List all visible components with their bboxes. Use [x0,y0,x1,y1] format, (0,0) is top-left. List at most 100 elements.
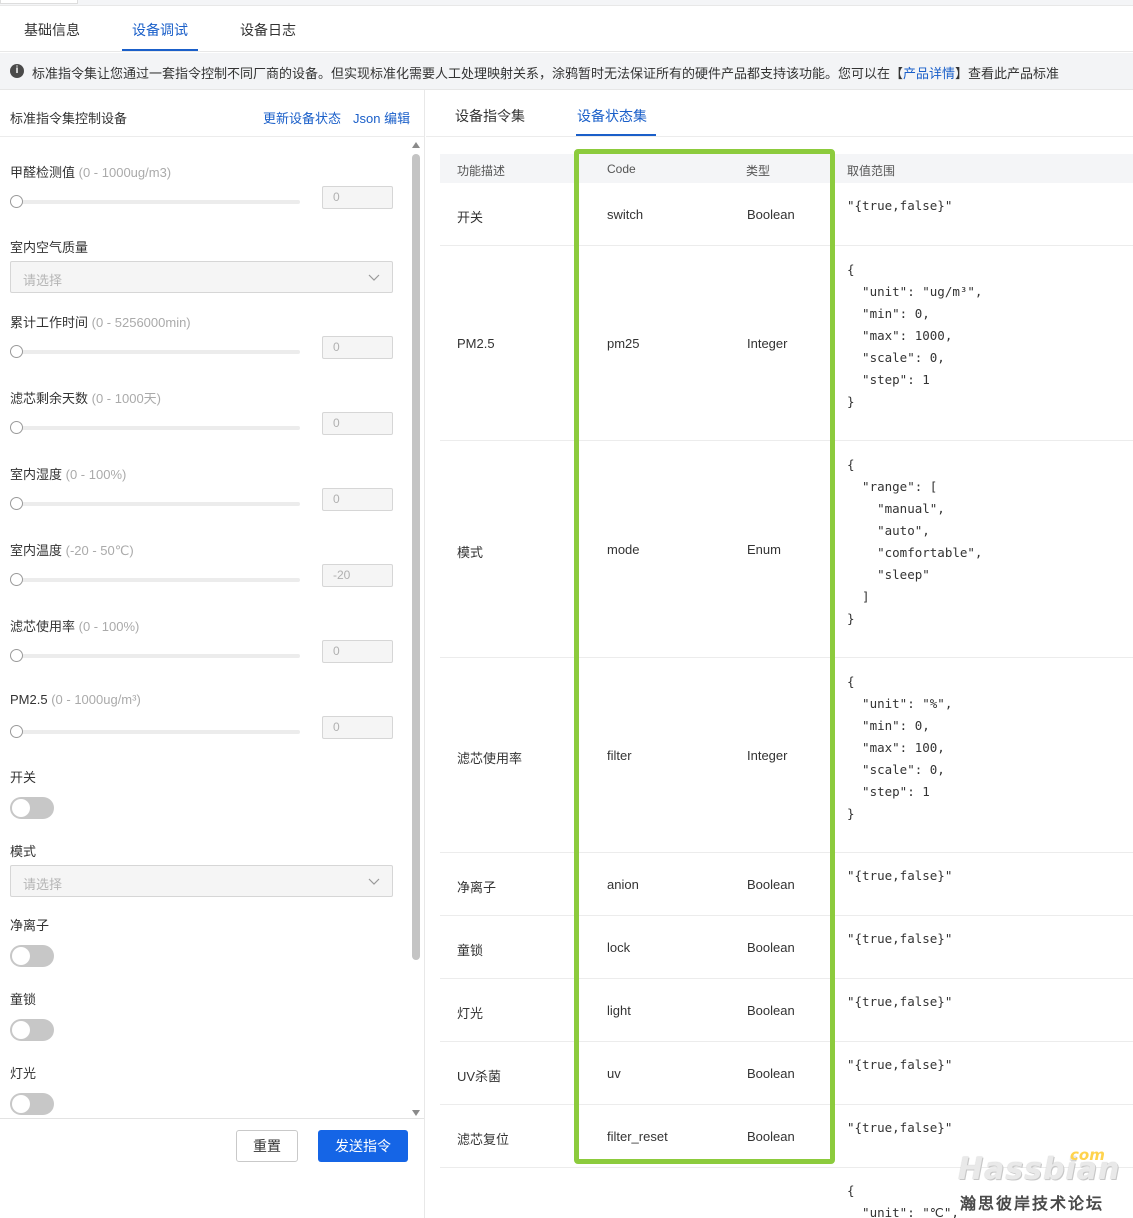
filter-usage-label: 滤芯使用率 (0 - 100%) [10,619,140,634]
filter-days-slider[interactable] [16,426,300,430]
cell-range: "{true,false}" [847,1120,953,1135]
light-toggle-knob [12,1095,30,1113]
cell-type: Integer [747,748,788,763]
capability-tab-bar: 设备指令集 设备状态集 [426,90,1133,137]
filter-days-input[interactable]: 0 [322,412,393,435]
humidity-slider[interactable] [16,502,300,506]
cell-code: filter_reset [607,1129,668,1144]
info-icon: i [10,64,24,78]
switch-toggle[interactable] [10,797,54,819]
control-panel-title: 标准指令集控制设备 [10,111,128,126]
work-time-slider[interactable] [16,350,300,354]
cell-range: "{true,false}" [847,198,953,213]
chevron-down-icon [368,274,380,281]
scrollbar-thumb[interactable] [412,154,420,960]
lock-toggle[interactable] [10,1019,54,1041]
temperature-input[interactable]: -20 [322,564,393,587]
cell-code: mode [607,542,640,557]
anion-toggle[interactable] [10,945,54,967]
formaldehyde-slider[interactable] [16,200,300,204]
humidity-slider-handle[interactable] [10,497,23,510]
cell-range: "{true,false}" [847,868,953,883]
cell-code: pm25 [607,336,640,351]
cell-range: { "unit": "%", "min": 0, "max": 100, "sc… [847,674,953,821]
cell-code: anion [607,877,639,892]
pm25-slider-handle[interactable] [10,725,23,738]
cell-range: "{true,false}" [847,1057,953,1072]
product-details-link[interactable]: 产品详情 [903,66,955,81]
active-tab-indicator [576,134,656,136]
work-time-input[interactable]: 0 [322,336,393,359]
formaldehyde-input[interactable]: 0 [322,186,393,209]
light-toggle[interactable] [10,1093,54,1115]
scroll-down-arrow-icon[interactable] [412,1110,420,1116]
air-quality-select[interactable]: 请选择 [10,261,393,293]
lock-label: 童锁 [10,992,37,1007]
cell-type: Boolean [747,1129,795,1144]
table-row: 模式 mode Enum { "range": [ "manual", "aut… [440,441,1133,658]
control-panel-header: 标准指令集控制设备 更新设备状态 Json 编辑 [0,90,424,137]
cell-type: Boolean [747,207,795,222]
control-panel-scrollbar[interactable] [410,140,422,1118]
formaldehyde-slider-handle[interactable] [10,195,23,208]
table-row: 童锁 lock Boolean "{true,false}" [440,916,1133,979]
pm25-slider[interactable] [16,730,300,734]
cell-range: { "unit": "ug/m³", "min": 0, "max": 1000… [847,262,983,409]
cell-code: uv [607,1066,621,1081]
cell-type: Boolean [747,940,795,955]
cell-code: switch [607,207,644,222]
scroll-up-arrow-icon[interactable] [412,142,420,148]
tab-basic-info[interactable]: 基础信息 [24,20,80,40]
table-row: { "unit": "℃", [440,1168,1133,1218]
cell-range: "{true,false}" [847,994,953,1009]
temperature-slider[interactable] [16,578,300,582]
temperature-label: 室内温度 (-20 - 50℃) [10,543,134,558]
tab-device-log[interactable]: 设备日志 [240,20,296,40]
reset-button[interactable]: 重置 [236,1130,298,1162]
work-time-slider-handle[interactable] [10,345,23,358]
cell-code: light [607,1003,631,1018]
filter-usage-slider[interactable] [16,654,300,658]
cell-range: { "range": [ "manual", "auto", "comforta… [847,457,983,626]
notice-text-tail: 】查看此产品标准 [955,66,1060,81]
tab-command-set[interactable]: 设备指令集 [455,106,525,126]
control-panel: 标准指令集控制设备 更新设备状态 Json 编辑 甲醛检测值 (0 - 1000… [0,90,425,1218]
anion-label: 净离子 [10,918,50,933]
tab-device-debug[interactable]: 设备调试 [132,20,188,40]
lock-toggle-knob [12,1021,30,1039]
col-header-code: Code [607,162,636,176]
filter-usage-input[interactable]: 0 [322,640,393,663]
cell-description: 滤芯复位 [457,1132,510,1147]
cell-description: 童锁 [457,943,484,958]
pm25-input[interactable]: 0 [322,716,393,739]
cell-range: "{true,false}" [847,931,953,946]
temperature-slider-handle[interactable] [10,573,23,586]
work-time-label: 累计工作时间 (0 - 5256000min) [10,315,191,330]
switch-label: 开关 [10,770,37,785]
filter-usage-slider-handle[interactable] [10,649,23,662]
cell-description: 净离子 [457,880,497,895]
table-header: 功能描述 Code 类型 取值范围 [440,154,1133,183]
update-status-link[interactable]: 更新设备状态 [263,108,341,127]
notice-text: 标准指令集让您通过一套指令控制不同厂商的设备。但实现标准化需要人工处理映射关系，… [32,66,904,81]
capability-panel: 设备指令集 设备状态集 功能描述 Code 类型 取值范围 开关 switch … [426,90,1133,1218]
table-row: PM2.5 pm25 Integer { "unit": "ug/m³", "m… [440,246,1133,441]
cell-type: Boolean [747,877,795,892]
humidity-input[interactable]: 0 [322,488,393,511]
anion-toggle-knob [12,947,30,965]
cell-type: Integer [747,336,788,351]
table-row: UV杀菌 uv Boolean "{true,false}" [440,1042,1133,1105]
table-row: 净离子 anion Boolean "{true,false}" [440,853,1133,916]
send-command-button[interactable]: 发送指令 [318,1130,408,1162]
filter-days-slider-handle[interactable] [10,421,23,434]
formaldehyde-label: 甲醛检测值 (0 - 1000ug/m3) [10,165,172,180]
mode-select[interactable]: 请选择 [10,865,393,897]
table-row: 滤芯使用率 filter Integer { "unit": "%", "min… [440,658,1133,853]
json-edit-link[interactable]: Json 编辑 [353,108,410,127]
air-quality-label: 室内空气质量 [10,240,89,255]
active-tab-indicator [122,49,198,51]
switch-toggle-knob [12,799,30,817]
pm25-label: PM2.5 (0 - 1000ug/m³) [10,692,141,707]
filter-days-label: 滤芯剩余天数 (0 - 1000天) [10,391,162,406]
tab-status-set[interactable]: 设备状态集 [577,106,647,126]
